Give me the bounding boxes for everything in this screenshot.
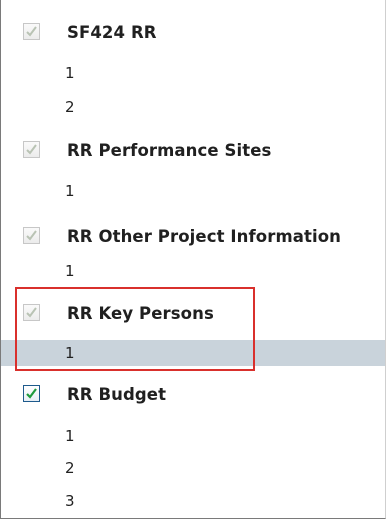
form-title: RR Other Project Information <box>67 227 342 246</box>
form-list-panel: SF424 RR 1 2 RR Performance Sites 1 RR O… <box>0 0 386 519</box>
page-item[interactable]: 1 <box>1 423 385 449</box>
page-item[interactable]: 2 <box>1 94 385 120</box>
form-row-rr-key-persons[interactable]: RR Key Persons <box>1 299 385 329</box>
form-row-rr-budget[interactable]: RR Budget <box>1 380 385 410</box>
page-number: 2 <box>65 98 75 116</box>
checkmark-icon <box>26 307 37 318</box>
form-checkbox[interactable] <box>23 304 40 321</box>
page-item[interactable]: 1 <box>1 178 385 204</box>
form-title: RR Budget <box>67 385 167 404</box>
page-number: 1 <box>65 427 75 445</box>
form-checkbox[interactable] <box>23 227 40 244</box>
page-item[interactable]: 2 <box>1 455 385 481</box>
page-number: 1 <box>65 262 75 280</box>
form-row-rr-performance-sites[interactable]: RR Performance Sites <box>1 136 385 166</box>
checkmark-icon <box>26 388 37 399</box>
page-number: 1 <box>65 344 75 362</box>
page-number: 3 <box>65 492 75 510</box>
page-item[interactable]: 1 <box>1 258 385 284</box>
form-checkbox[interactable] <box>23 385 40 402</box>
page-number: 2 <box>65 459 75 477</box>
form-row-rr-other-project-information[interactable]: RR Other Project Information <box>1 222 385 252</box>
page-item[interactable]: 1 <box>1 60 385 86</box>
page-item[interactable]: 3 <box>1 488 385 514</box>
page-number: 1 <box>65 64 75 82</box>
form-row-sf424-rr[interactable]: SF424 RR <box>1 18 385 48</box>
checkmark-icon <box>26 144 37 155</box>
form-checkbox[interactable] <box>23 141 40 158</box>
checkmark-icon <box>26 230 37 241</box>
page-item-selected[interactable]: 1 <box>1 340 385 366</box>
form-title: RR Performance Sites <box>67 141 272 160</box>
form-checkbox[interactable] <box>23 23 40 40</box>
form-title: RR Key Persons <box>67 304 214 323</box>
checkmark-icon <box>26 26 37 37</box>
form-title: SF424 RR <box>67 23 157 42</box>
page-number: 1 <box>65 182 75 200</box>
